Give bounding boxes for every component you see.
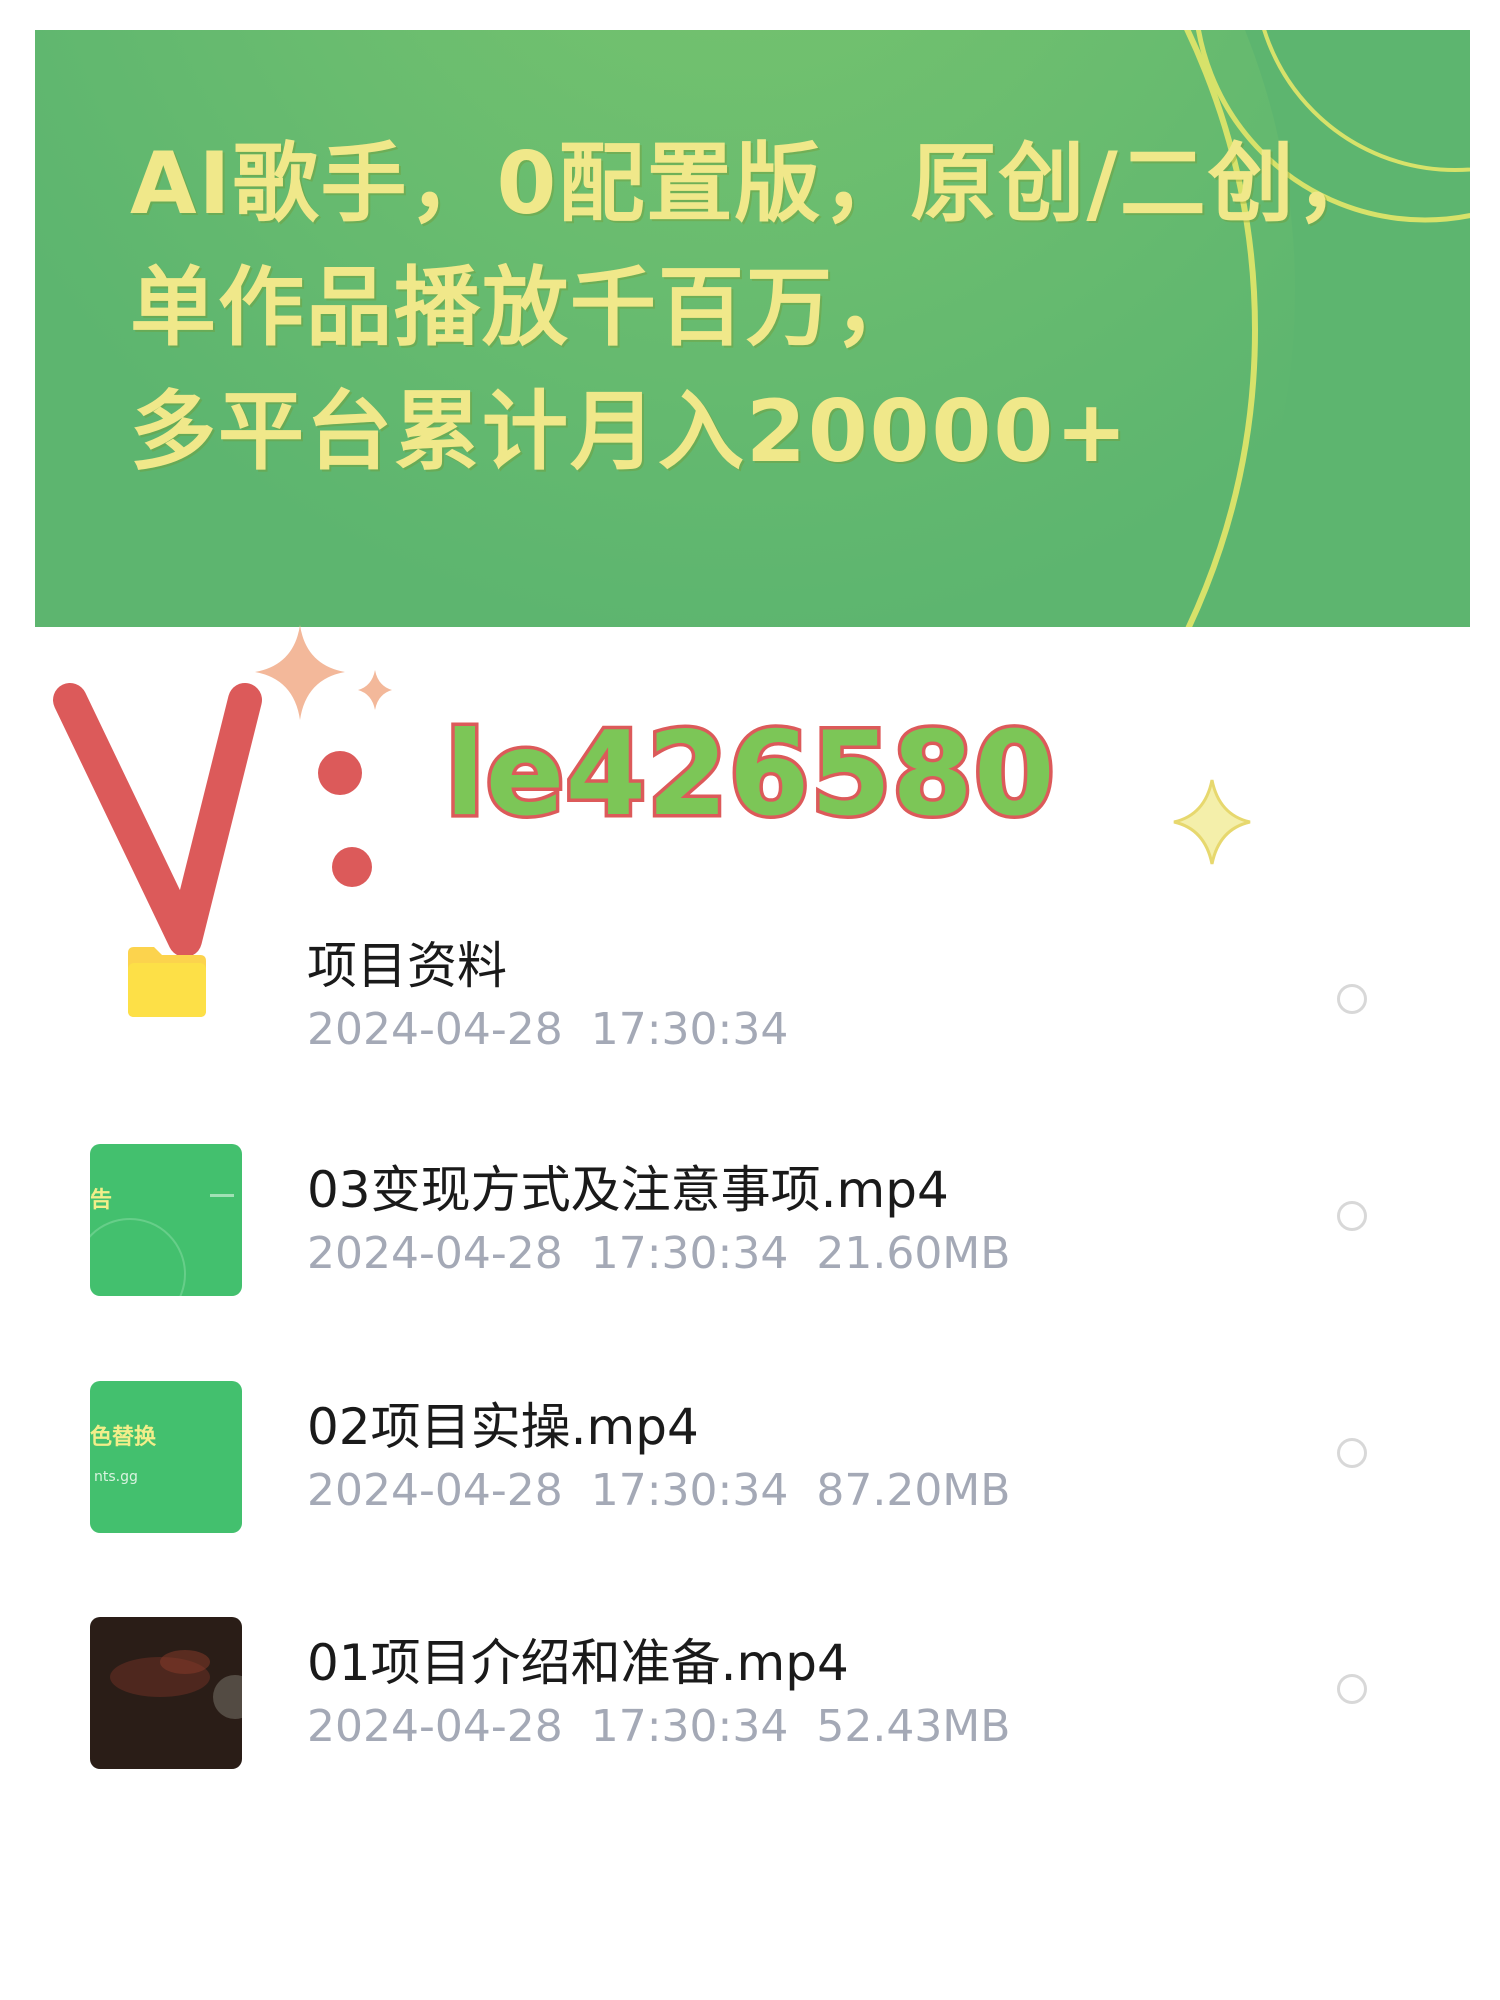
file-name: 03变现方式及注意事项.mp4 (307, 1161, 949, 1219)
file-date: 2024-04-28 (307, 1004, 563, 1055)
file-meta: 2024-04-28 17:30:34 (307, 1002, 788, 1058)
file-date: 2024-04-28 (307, 1701, 563, 1752)
video-thumbnail: 告 (90, 1144, 242, 1296)
file-size: 21.60MB (816, 1228, 1011, 1279)
thumbnail-text: 色替换 (90, 1425, 157, 1450)
thumbnail-art (110, 1650, 242, 1719)
file-time: 17:30:34 (590, 1228, 789, 1279)
select-radio[interactable] (1337, 1201, 1367, 1231)
file-list: 项目资料 2024-04-28 17:30:34 告 03变现方式及注意事项.mp… (0, 0, 1500, 2000)
file-date: 2024-04-28 (307, 1465, 563, 1516)
file-time: 17:30:34 (590, 1465, 789, 1516)
file-name: 01项目介绍和准备.mp4 (307, 1634, 849, 1692)
thumbnail-art (90, 1194, 234, 1296)
list-item-video[interactable]: 色替换 nts.gg 02项目实操.mp4 2024-04-28 17:30:34… (0, 1381, 1500, 1571)
select-radio[interactable] (1337, 1438, 1367, 1468)
thumbnail-subtext: nts.gg (94, 1469, 138, 1485)
select-radio[interactable] (1337, 984, 1367, 1014)
file-time: 17:30:34 (590, 1701, 789, 1752)
file-name: 02项目实操.mp4 (307, 1398, 699, 1456)
list-item-video[interactable]: 告 03变现方式及注意事项.mp4 2024-04-28 17:30:34 21.6… (0, 1144, 1500, 1334)
list-item-folder[interactable]: 项目资料 2024-04-28 17:30:34 (0, 920, 1500, 1110)
list-item-video[interactable]: 01项目介绍和准备.mp4 2024-04-28 17:30:34 52.43MB (0, 1617, 1500, 1807)
file-date: 2024-04-28 (307, 1228, 563, 1279)
file-meta: 2024-04-28 17:30:34 87.20MB (307, 1463, 1010, 1519)
video-thumbnail: 色替换 nts.gg (90, 1381, 242, 1533)
select-radio[interactable] (1337, 1674, 1367, 1704)
file-name: 项目资料 (307, 937, 507, 995)
file-meta: 2024-04-28 17:30:34 21.60MB (307, 1226, 1010, 1282)
file-meta: 2024-04-28 17:30:34 52.43MB (307, 1699, 1010, 1755)
file-size: 52.43MB (816, 1701, 1011, 1752)
thumbnail-text: 告 (90, 1188, 113, 1213)
file-size: 87.20MB (816, 1465, 1011, 1516)
file-time: 17:30:34 (590, 1004, 789, 1055)
video-thumbnail (90, 1617, 242, 1769)
